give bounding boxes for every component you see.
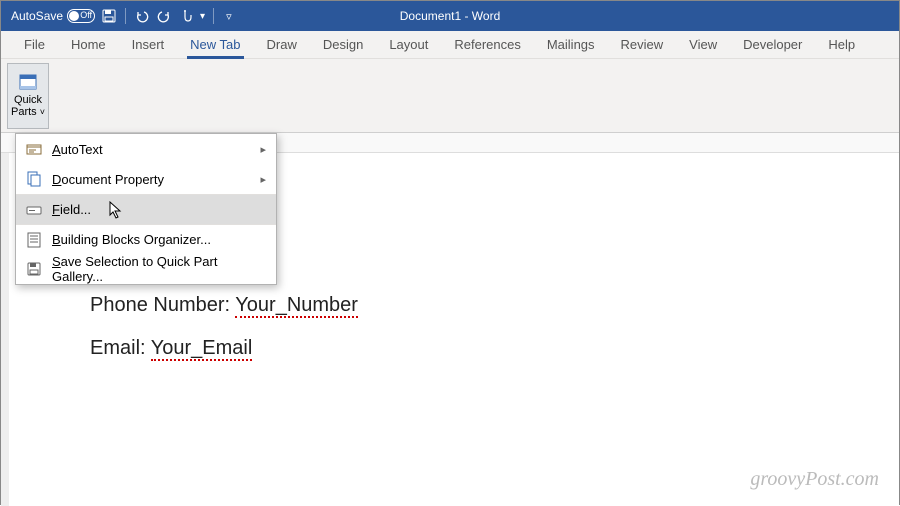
tab-layout[interactable]: Layout bbox=[376, 31, 441, 58]
window-title: Document1 - Word bbox=[400, 9, 500, 23]
chevron-down-icon[interactable]: ▾ bbox=[200, 11, 205, 22]
chevron-down-icon: ˅ bbox=[40, 107, 45, 117]
tab-mailings[interactable]: Mailings bbox=[534, 31, 608, 58]
qat-separator bbox=[213, 8, 214, 24]
menu-item-label: Field... bbox=[52, 202, 91, 217]
tab-help[interactable]: Help bbox=[815, 31, 868, 58]
document-line[interactable]: Email: Your_Email bbox=[90, 337, 810, 360]
menu-item-autotext[interactable]: AutoText ▸ bbox=[16, 134, 276, 164]
menu-item-label: AutoText bbox=[52, 142, 103, 157]
autotext-icon bbox=[26, 141, 42, 157]
menu-item-building-blocks-organizer[interactable]: Building Blocks Organizer... bbox=[16, 224, 276, 254]
menu-item-field[interactable]: Field... bbox=[16, 194, 276, 224]
menu-item-label: Save Selection to Quick Part Gallery... bbox=[52, 254, 266, 284]
qat-overflow[interactable]: ▿ bbox=[222, 10, 236, 23]
chevron-right-icon: ▸ bbox=[260, 143, 266, 156]
menu-item-document-property[interactable]: Document Property ▸ bbox=[16, 164, 276, 194]
quick-parts-label-2: Parts bbox=[11, 106, 37, 118]
menu-item-label: Building Blocks Organizer... bbox=[52, 232, 211, 247]
ribbon: Quick Parts ˅ bbox=[1, 59, 899, 133]
undo-icon[interactable] bbox=[134, 8, 150, 24]
quick-parts-icon bbox=[19, 74, 37, 90]
quick-parts-menu: AutoText ▸ Document Property ▸ Field... Build… bbox=[15, 133, 277, 285]
page-edge bbox=[1, 153, 9, 506]
autosave-label: AutoSave bbox=[11, 9, 63, 23]
qat-separator bbox=[125, 8, 126, 24]
field-value[interactable]: Your_Number bbox=[235, 294, 358, 318]
document-line[interactable]: Phone Number: Your_Number bbox=[90, 294, 810, 317]
tab-references[interactable]: References bbox=[441, 31, 533, 58]
autosave-toggle[interactable]: AutoSave Off bbox=[11, 9, 95, 23]
quick-parts-label-1: Quick bbox=[14, 94, 42, 106]
field-value[interactable]: Your_Email bbox=[151, 337, 253, 361]
tab-view[interactable]: View bbox=[676, 31, 730, 58]
menu-item-save-selection-to-quick-part-gallery[interactable]: Save Selection to Quick Part Gallery... bbox=[16, 254, 276, 284]
toggle-switch[interactable]: Off bbox=[67, 9, 95, 23]
tab-new-tab[interactable]: New Tab bbox=[177, 31, 253, 58]
quick-parts-button[interactable]: Quick Parts ˅ bbox=[7, 63, 49, 129]
field-icon bbox=[26, 202, 42, 218]
save-icon[interactable] bbox=[101, 8, 117, 24]
field-label: Email: bbox=[90, 337, 151, 359]
tab-developer[interactable]: Developer bbox=[730, 31, 815, 58]
chevron-right-icon: ▸ bbox=[260, 173, 266, 186]
watermark: groovyPost.com bbox=[750, 468, 879, 491]
save-icon bbox=[26, 261, 42, 277]
title-bar: AutoSave Off ▾ ▿ Document1 - Word bbox=[1, 1, 899, 31]
tab-design[interactable]: Design bbox=[310, 31, 376, 58]
redo-icon[interactable] bbox=[156, 8, 172, 24]
touch-mode-icon[interactable] bbox=[178, 8, 194, 24]
tab-insert[interactable]: Insert bbox=[119, 31, 178, 58]
menu-item-label: Document Property bbox=[52, 172, 164, 187]
tab-file[interactable]: File bbox=[11, 31, 58, 58]
tab-home[interactable]: Home bbox=[58, 31, 119, 58]
blocks-icon bbox=[26, 232, 42, 248]
docprop-icon bbox=[26, 171, 42, 187]
tab-draw[interactable]: Draw bbox=[254, 31, 310, 58]
ribbon-tabs: FileHomeInsertNew TabDrawDesignLayoutRef… bbox=[1, 31, 899, 59]
field-label: Phone Number: bbox=[90, 294, 235, 316]
tab-review[interactable]: Review bbox=[608, 31, 677, 58]
